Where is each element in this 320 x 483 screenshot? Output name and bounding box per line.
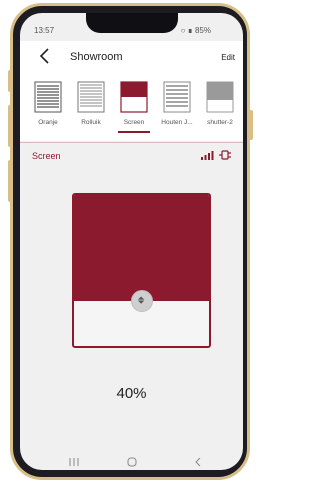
home-icon[interactable]: [124, 456, 140, 468]
status-icons: ○ ∎ 85%: [181, 26, 211, 35]
signal-icon: ∎: [187, 26, 193, 35]
horizontal-blinds-icon: [34, 81, 62, 113]
tab-screen[interactable]: Screen: [114, 79, 154, 139]
tab-houten-j[interactable]: Houten J...: [157, 79, 197, 139]
tab-rolluik[interactable]: Rolluik: [71, 79, 111, 139]
recents-icon[interactable]: [66, 456, 82, 468]
bixby-button: [8, 160, 12, 202]
drag-handle[interactable]: [130, 290, 153, 312]
status-time: 13:57: [34, 26, 55, 35]
shade-position-control[interactable]: [72, 193, 211, 348]
volume-button: [8, 70, 12, 92]
status-bar: 13:57 ○ ∎ 85%: [20, 13, 243, 35]
tab-shutter-2[interactable]: shutter-2: [200, 79, 240, 139]
tab-label: shutter-2: [207, 119, 233, 126]
up-down-arrows-icon: [137, 296, 144, 304]
position-percent: 40%: [116, 385, 147, 402]
system-nav-bar: [20, 453, 243, 470]
power-button: [249, 110, 253, 140]
edit-button[interactable]: Edit: [221, 53, 235, 62]
device-tabs: Oranje Rolluik Screen Houten J... shutte…: [20, 73, 243, 141]
wooden-blinds-icon: [163, 81, 191, 113]
shade-fill: [74, 195, 209, 301]
active-tab-indicator: [118, 131, 150, 133]
shutter-icon: [206, 81, 234, 113]
tab-oranje[interactable]: Oranje: [28, 79, 68, 139]
battery-level: 85%: [194, 26, 211, 35]
screen-shade-icon: [120, 81, 148, 113]
wifi-icon: ○: [180, 26, 186, 35]
device-subheader: Screen: [20, 143, 243, 165]
volume-button: [8, 105, 12, 147]
app-screen: 13:57 ○ ∎ 85% Showroom Edit Oranje Rollu…: [20, 13, 243, 470]
page-title: Showroom: [70, 51, 123, 63]
back-icon[interactable]: [190, 456, 206, 468]
back-arrow-icon[interactable]: [36, 46, 56, 66]
plug-icon[interactable]: [218, 148, 232, 162]
device-name: Screen: [32, 151, 61, 161]
app-header: Showroom Edit: [20, 41, 243, 73]
signal-bars-icon: [201, 151, 214, 160]
roller-shutter-icon: [77, 81, 105, 113]
